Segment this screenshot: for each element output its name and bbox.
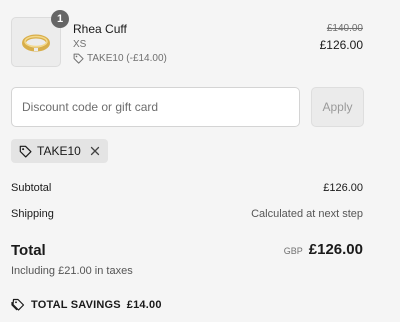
product-discount: TAKE10 (-£14.00) [73,53,167,64]
applied-code-label: TAKE10 [37,144,81,158]
shipping-value: Calculated at next step [251,208,363,220]
total-price: GBP £126.00 [284,241,363,258]
tag-icon [73,53,84,64]
shipping-label: Shipping [11,208,54,220]
tag-icon [11,298,25,312]
taxes-note: Including £21.00 in taxes [11,265,133,277]
total-savings: TOTAL SAVINGS £14.00 [11,298,162,312]
discount-code-input[interactable] [11,87,300,127]
total-value: £126.00 [308,241,363,258]
savings-value: £14.00 [126,299,162,311]
apply-button[interactable]: Apply [311,87,364,127]
subtotal-label: Subtotal [11,182,52,194]
savings-label: TOTAL SAVINGS [31,299,121,311]
product-variant: XS [73,39,87,50]
product-discount-label: TAKE10 (-£14.00) [87,53,167,64]
tag-icon [19,145,32,158]
subtotal-value: £126.00 [323,182,363,194]
applied-discount-tag: TAKE10 [11,139,108,163]
original-price: £140.00 [326,23,363,34]
product-price: £126.00 [319,38,363,52]
product-name: Rhea Cuff [73,22,127,36]
currency-code: GBP [283,246,303,256]
quantity-badge: 1 [51,10,69,28]
total-label: Total [11,242,46,259]
close-icon[interactable] [90,146,100,156]
